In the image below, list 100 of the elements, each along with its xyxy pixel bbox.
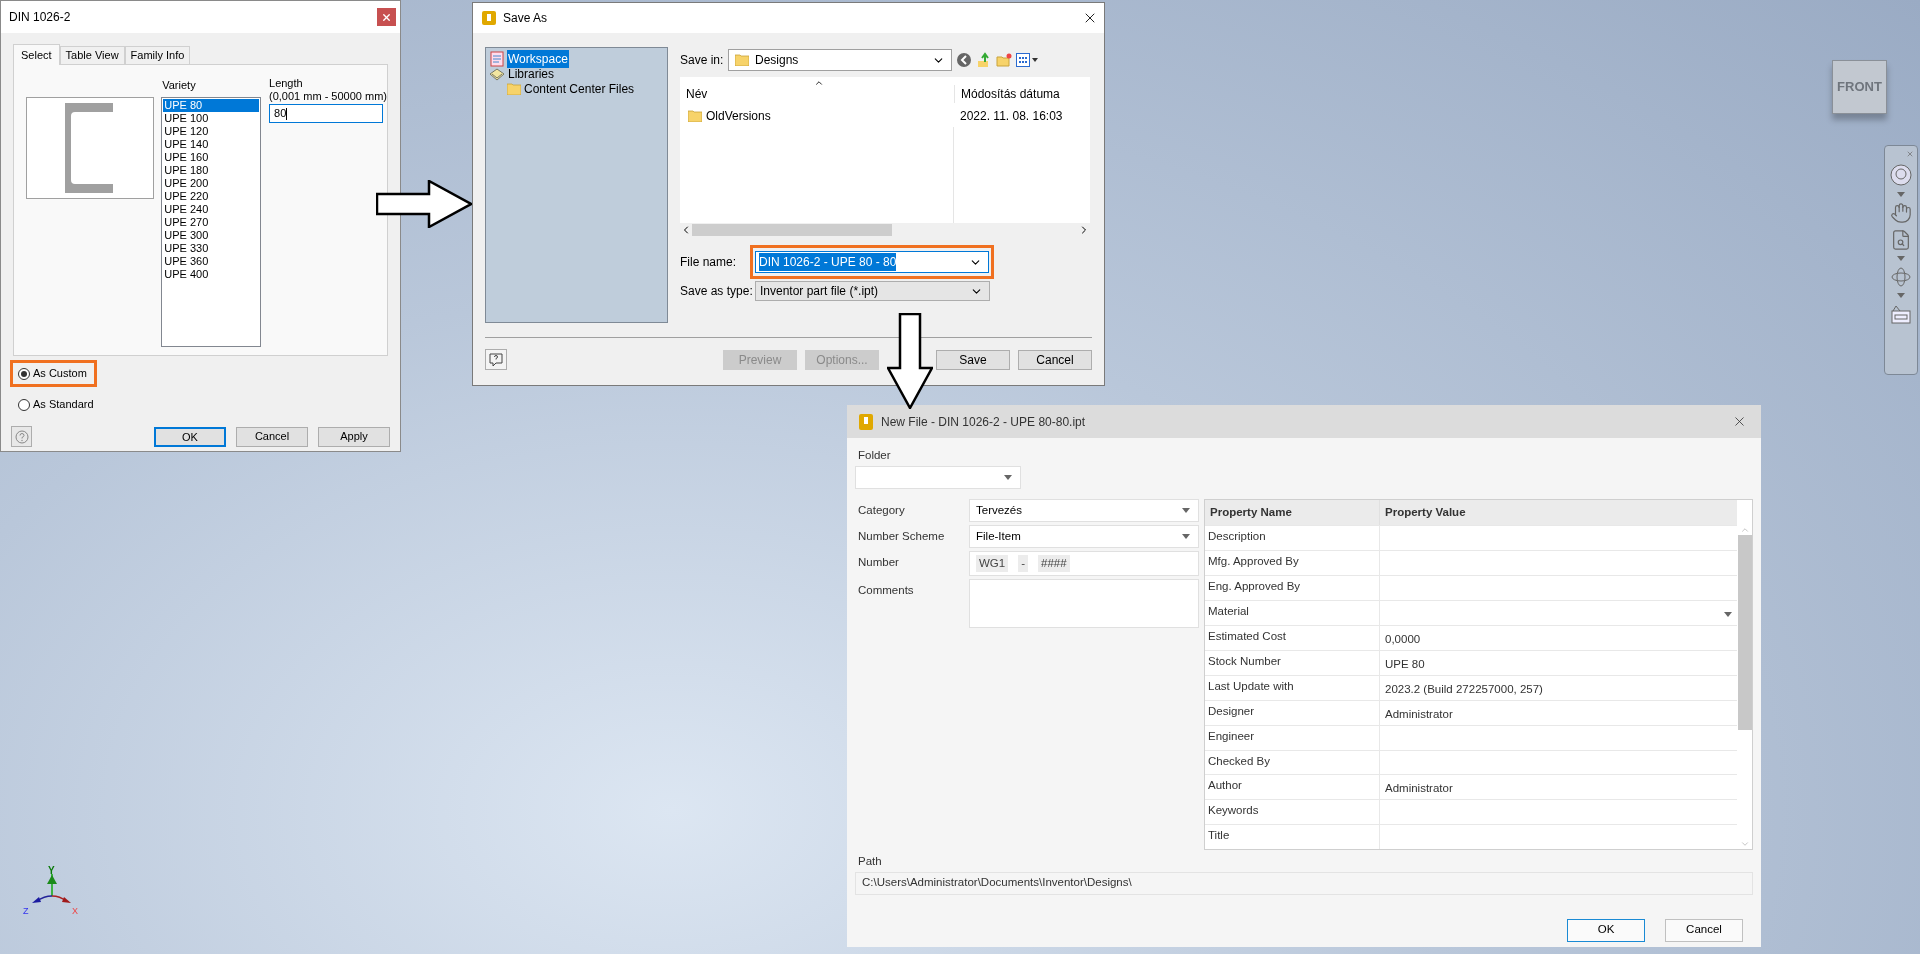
caret-icon bbox=[1724, 611, 1732, 617]
property-value[interactable]: Administrator bbox=[1385, 780, 1453, 798]
tree-item[interactable]: Workspace bbox=[507, 49, 569, 68]
field-label: Save as type: bbox=[680, 283, 754, 300]
list-item[interactable]: UPE 300 bbox=[163, 229, 260, 242]
window-title: New File - DIN 1026-2 - UPE 80-80.ipt bbox=[881, 413, 1086, 431]
tab[interactable]: Table View bbox=[59, 46, 125, 64]
dropdown-value: Inventor part file (*.ipt) bbox=[760, 283, 880, 300]
property-name: Author bbox=[1205, 775, 1380, 800]
number-segment[interactable]: #### bbox=[1038, 555, 1070, 573]
field-label: File name: bbox=[680, 254, 738, 271]
dialog-button[interactable]: Save bbox=[936, 349, 1010, 370]
zoom-icon[interactable] bbox=[1890, 229, 1912, 251]
list-item[interactable]: UPE 240 bbox=[163, 203, 260, 216]
property-value[interactable]: Administrator bbox=[1385, 705, 1453, 723]
variety-list[interactable]: UPE 80 UPE 100 UPE 120 UPE 140 UPE 160 UPE 180 UPE 200 UPE 220 UPE 240 UPE 270 UPE 300 UPE 330 UPE 360 UPE 400 bbox=[161, 97, 262, 347]
radio-label: As Custom bbox=[33, 366, 87, 382]
list-item[interactable]: UPE 400 bbox=[163, 268, 260, 281]
field-label: Folder bbox=[857, 448, 892, 463]
help-icon bbox=[489, 352, 503, 367]
dialog-button[interactable]: OK bbox=[154, 426, 226, 447]
dropdown-value: Designs bbox=[755, 52, 800, 69]
column-header: Property Value bbox=[1384, 505, 1467, 521]
help-button[interactable] bbox=[11, 426, 32, 447]
property-name: Description bbox=[1205, 526, 1380, 551]
property-name: Title bbox=[1205, 825, 1380, 850]
tab[interactable]: Family Info bbox=[124, 46, 191, 64]
up-folder-icon[interactable] bbox=[976, 52, 992, 68]
field-label: Number Scheme bbox=[858, 529, 946, 545]
app-icon bbox=[859, 413, 873, 430]
help-button[interactable] bbox=[485, 349, 507, 370]
dialog-button[interactable]: OK bbox=[1567, 918, 1645, 942]
property-name: Engineer bbox=[1205, 725, 1380, 750]
property-name: Checked By bbox=[1205, 750, 1380, 775]
workspace-icon bbox=[489, 50, 505, 67]
length-field[interactable]: 80 bbox=[269, 104, 383, 123]
property-name: Material bbox=[1205, 601, 1380, 625]
field-value: 80 bbox=[274, 106, 287, 122]
number-segment[interactable]: - bbox=[1018, 555, 1029, 573]
dialog-button[interactable]: Cancel bbox=[1665, 918, 1743, 942]
window-title: DIN 1026-2 bbox=[9, 9, 71, 26]
list-item[interactable]: UPE 140 bbox=[163, 138, 260, 151]
column-header[interactable]: Módosítás dátuma bbox=[954, 85, 1060, 103]
list-item[interactable]: UPE 180 bbox=[163, 164, 260, 177]
folder-icon bbox=[507, 82, 521, 95]
file-type-dropdown[interactable]: Inventor part file (*.ipt) bbox=[755, 281, 990, 301]
column-header[interactable]: Név bbox=[680, 85, 954, 103]
field-hint: (0,001 mm - 50000 mm) bbox=[269, 90, 387, 103]
dropdown-field[interactable]: Tervezés bbox=[969, 499, 1199, 523]
radio-label: As Standard bbox=[33, 397, 94, 413]
pan-icon[interactable] bbox=[1890, 202, 1912, 224]
dialog-button[interactable]: Cancel bbox=[236, 426, 308, 447]
caret-icon bbox=[1897, 293, 1905, 298]
file-name[interactable]: OldVersions bbox=[706, 107, 771, 125]
property-value[interactable]: UPE 80 bbox=[1385, 655, 1425, 673]
dropdown-field[interactable]: File-Item bbox=[969, 525, 1199, 549]
field-label: Category bbox=[858, 503, 906, 519]
close-icon bbox=[381, 11, 392, 23]
property-value[interactable]: 2023.2 (Build 272257000, 257) bbox=[1385, 680, 1543, 698]
look-at-icon[interactable] bbox=[1890, 303, 1912, 325]
sort-icon bbox=[814, 78, 824, 88]
back-icon[interactable] bbox=[956, 52, 972, 68]
property-name: Keywords bbox=[1205, 800, 1380, 825]
radio-button[interactable] bbox=[18, 398, 30, 411]
property-name: Estimated Cost bbox=[1205, 625, 1380, 650]
comments-field[interactable] bbox=[969, 579, 1199, 629]
tab[interactable]: Select bbox=[13, 44, 60, 65]
save-in-dropdown[interactable]: Designs bbox=[728, 49, 952, 71]
steering-wheel-icon[interactable] bbox=[1889, 163, 1913, 187]
new-folder-icon[interactable] bbox=[996, 52, 1012, 68]
dialog-button[interactable]: Cancel bbox=[1018, 349, 1092, 370]
view-menu-icon[interactable] bbox=[1016, 53, 1038, 67]
axis-triad-drawing: Y Z X bbox=[22, 866, 82, 916]
tree-item[interactable]: Content Center Files bbox=[523, 79, 636, 98]
caret-icon bbox=[1182, 508, 1190, 514]
dialog-button[interactable]: Apply bbox=[318, 426, 390, 447]
list-item[interactable]: UPE 160 bbox=[163, 151, 260, 164]
help-icon bbox=[14, 429, 29, 444]
property-name: Last Update with bbox=[1205, 675, 1380, 700]
property-value[interactable]: 0,0000 bbox=[1385, 630, 1421, 648]
list-item[interactable]: UPE 200 bbox=[163, 177, 260, 190]
caret-icon bbox=[1897, 192, 1905, 197]
number-segment[interactable]: WG1 bbox=[976, 555, 1009, 573]
radio-button[interactable] bbox=[18, 367, 30, 380]
orbit-icon[interactable] bbox=[1890, 266, 1912, 288]
list-item[interactable]: UPE 270 bbox=[163, 216, 260, 229]
property-name: Eng. Approved By bbox=[1205, 576, 1380, 600]
close-button[interactable] bbox=[377, 8, 396, 26]
field-label: Number bbox=[858, 555, 900, 571]
field-value: DIN 1026-2 - UPE 80 - 80 bbox=[759, 253, 897, 271]
field-value: C:\Users\Administrator\Documents\Inventor\Designs\ bbox=[862, 875, 1132, 891]
column-header: Property Name bbox=[1205, 500, 1380, 526]
list-item[interactable]: UPE 360 bbox=[163, 255, 260, 268]
file-date: 2022. 11. 08. 16:03 bbox=[959, 108, 1063, 125]
list-item[interactable]: UPE 100 bbox=[163, 112, 260, 125]
list-item[interactable]: UPE 330 bbox=[163, 242, 260, 255]
list-item[interactable]: UPE 120 bbox=[163, 125, 260, 138]
list-item[interactable]: UPE 80 bbox=[163, 99, 260, 112]
file-name-field[interactable]: DIN 1026-2 - UPE 80 - 80 bbox=[755, 251, 989, 273]
list-item[interactable]: UPE 220 bbox=[163, 190, 260, 203]
